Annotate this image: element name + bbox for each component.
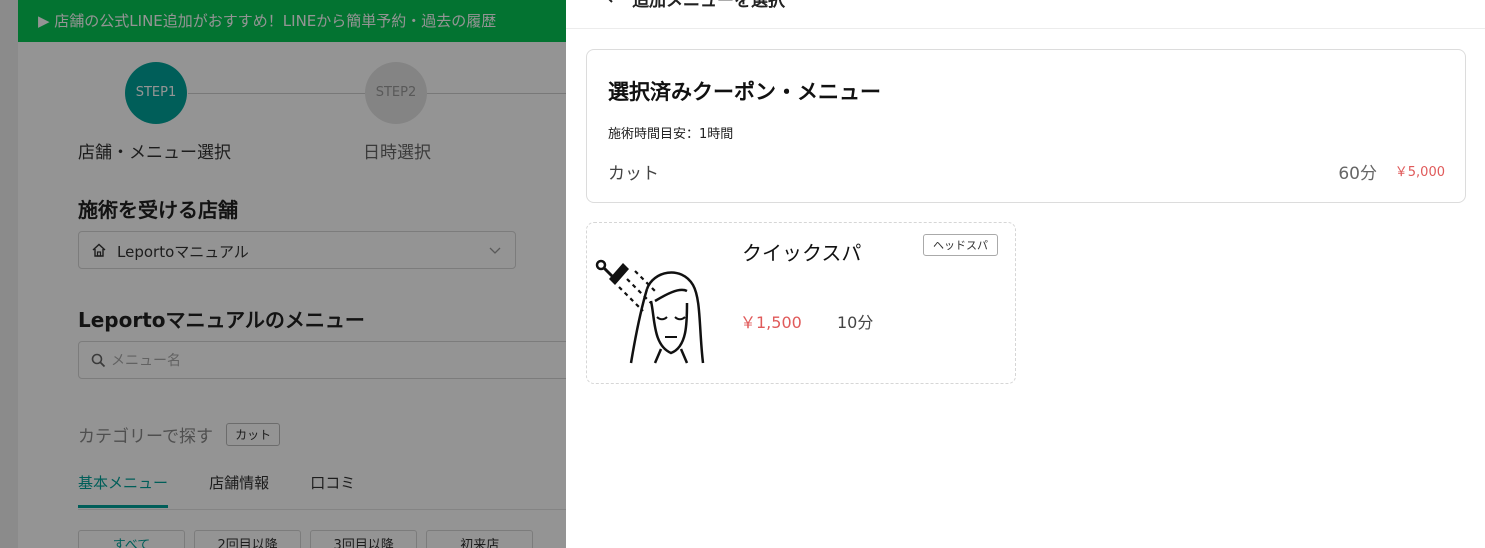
drawer-title: 追加メニューを選択 — [632, 0, 785, 11]
selected-item-price: ￥5,000 — [1394, 165, 1445, 180]
menu-option-card[interactable]: クイックスパ ヘッドスパ ￥1,500 10分 — [586, 222, 1016, 384]
back-arrow-icon[interactable] — [602, 0, 618, 4]
selected-coupon-card: 選択済みクーポン・メニュー 施術時間目安：1時間 カット 60分 ￥5,000 — [586, 49, 1466, 203]
selected-item-name: カット — [608, 164, 659, 184]
drawer-header: 追加メニューを選択 — [566, 0, 1485, 29]
selected-card-title: 選択済みクーポン・メニュー — [608, 80, 881, 104]
add-menu-drawer: 追加メニューを選択 選択済みクーポン・メニュー 施術時間目安：1時間 カット 6… — [566, 0, 1485, 548]
menu-card-price: ￥1,500 — [740, 313, 802, 332]
menu-card-time: 10分 — [837, 313, 874, 332]
selected-item-time: 60分 — [1338, 164, 1377, 184]
treatment-duration: 施術時間目安：1時間 — [608, 127, 734, 142]
menu-category-badge: ヘッドスパ — [923, 234, 998, 256]
head-spa-icon — [595, 259, 705, 364]
menu-card-name: クイックスパ — [742, 241, 862, 265]
